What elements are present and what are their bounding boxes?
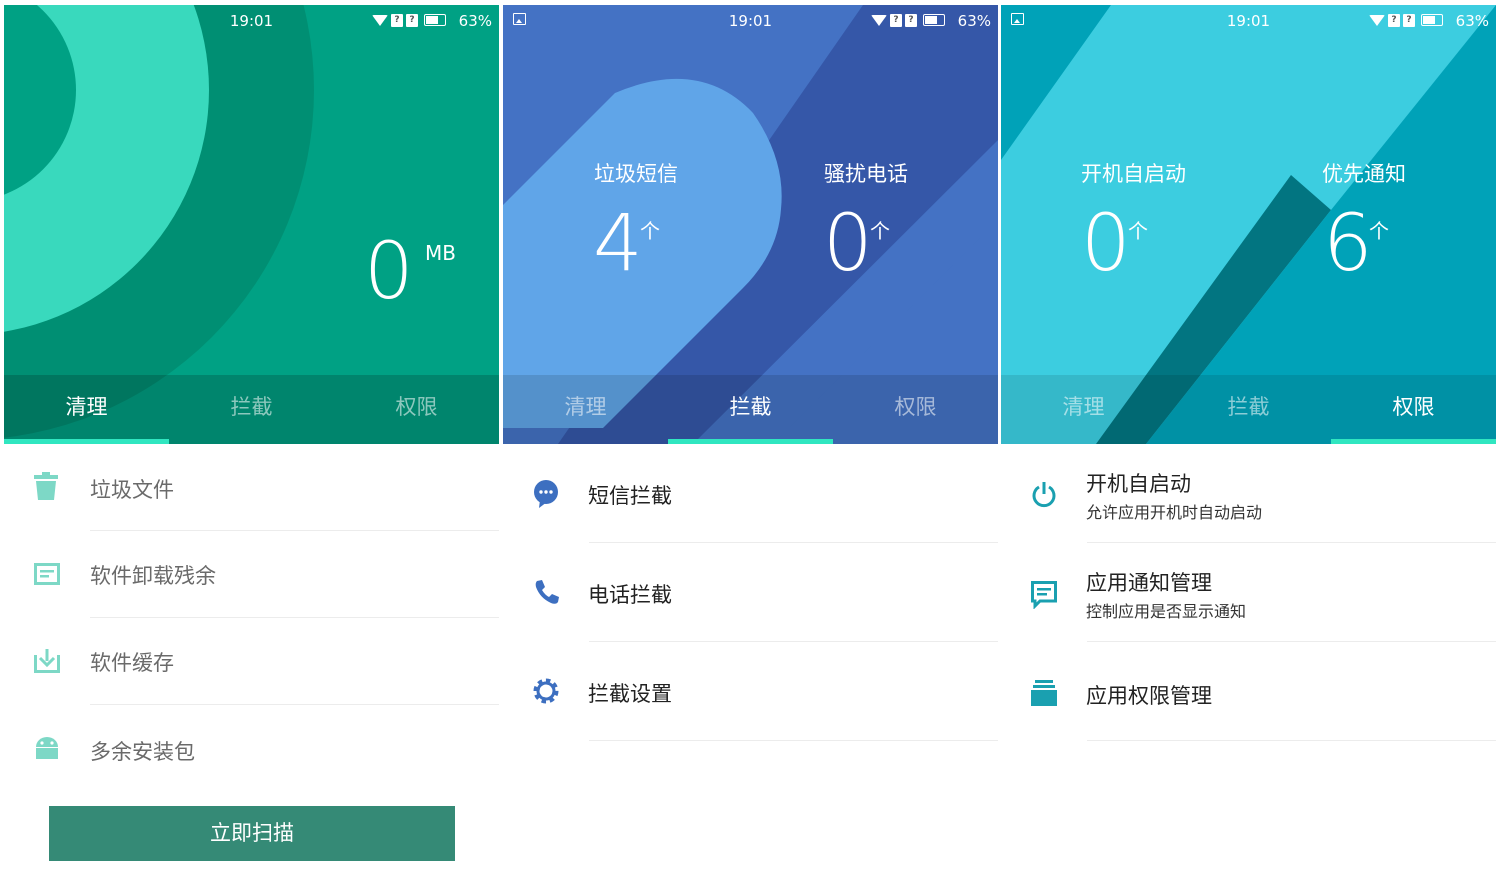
list-item-sublabel: 控制应用是否显示通知 [1086,602,1247,621]
clean-screen: 19:01 ? ? 63% 0 MB 清理 拦截 权限 垃圾文件 软件卸载残余 [4,5,499,882]
list-item-label: 多余安装包 [90,740,195,764]
list-item-junk-files[interactable]: 垃圾文件 [4,444,499,531]
battery-percent: 63% [1455,12,1489,30]
battery-percent: 63% [458,12,492,30]
battery-percent: 63% [957,12,991,30]
list-item-label: 拦截设置 [588,682,672,706]
tab-clean[interactable]: 清理 [1001,375,1166,444]
spam-sms-label: 垃圾短信 [594,162,678,186]
sim2-icon: ? [905,13,917,27]
power-icon [1031,482,1057,512]
junk-size-unit: MB [425,241,456,265]
tab-bar: 清理 拦截 权限 [503,375,998,444]
status-icons: ? ? [1369,13,1443,27]
android-icon [34,735,60,763]
list-item-label: 软件缓存 [90,651,174,675]
permission-screen: 19:01 ? ? 63% 开机自启动 0 个 优先通知 6 个 清理 拦截 权… [1001,5,1496,882]
sim1-icon: ? [1388,13,1400,27]
list-item-label: 应用通知管理 [1086,571,1212,595]
list-item-uninstall-residue[interactable]: 软件卸载残余 [4,531,499,618]
battery-icon [923,14,945,26]
clean-hero: 19:01 ? ? 63% 0 MB 清理 拦截 权限 [4,5,499,444]
battery-icon [424,14,446,26]
status-bar: 19:01 ? ? 63% [503,5,998,35]
status-icons: ? ? [372,13,446,27]
list-item-label: 电话拦截 [588,583,672,607]
tab-block[interactable]: 拦截 [668,375,833,444]
status-icons: ? ? [871,13,945,27]
phone-icon [534,579,560,609]
priority-notify-label: 优先通知 [1322,162,1406,186]
list-item-label: 软件卸载残余 [90,564,216,588]
spam-sms-count: 4 [593,199,643,289]
permission-hero: 19:01 ? ? 63% 开机自启动 0 个 优先通知 6 个 清理 拦截 权… [1001,5,1496,444]
wifi-icon [871,14,887,26]
battery-icon [1421,14,1443,26]
list-item-call-block[interactable]: 电话拦截 [503,543,998,642]
divider [1087,740,1496,741]
block-screen: 19:01 ? ? 63% 垃圾短信 4 个 骚扰电话 0 个 清理 拦截 权限… [503,5,998,882]
tab-bar: 清理 拦截 权限 [1001,375,1496,444]
stack-icon [1031,680,1057,710]
spam-call-count: 0 [823,199,873,289]
tab-permission[interactable]: 权限 [334,375,499,444]
tab-clean[interactable]: 清理 [503,375,668,444]
sim1-icon: ? [391,13,403,27]
list-item-extra-packages[interactable]: 多余安装包 [4,705,499,792]
scan-now-button[interactable]: 立即扫描 [49,806,455,861]
wifi-icon [372,14,388,26]
list-item-autostart[interactable]: 开机自启动 允许应用开机时自动启动 [1001,444,1496,543]
sim2-icon: ? [406,13,418,27]
sim2-icon: ? [1403,13,1415,27]
sim1-icon: ? [890,13,902,27]
divider [589,740,998,741]
tab-clean[interactable]: 清理 [4,375,169,444]
tab-permission[interactable]: 权限 [1331,375,1496,444]
wifi-icon [1369,14,1385,26]
list-item-block-settings[interactable]: 拦截设置 [503,642,998,741]
tab-permission[interactable]: 权限 [833,375,998,444]
tab-block[interactable]: 拦截 [169,375,334,444]
block-hero: 19:01 ? ? 63% 垃圾短信 4 个 骚扰电话 0 个 清理 拦截 权限 [503,5,998,444]
list-item-label: 短信拦截 [588,484,672,508]
list-item-permission-manage[interactable]: 应用权限管理 [1001,642,1496,741]
download-icon [34,649,60,677]
note-icon [34,563,60,589]
tab-bar: 清理 拦截 权限 [4,375,499,444]
list-item-label: 开机自启动 [1086,472,1191,496]
autostart-count: 0 [1081,199,1131,289]
status-bar: 19:01 ? ? 63% [4,5,499,35]
list-item-label: 应用权限管理 [1086,684,1212,708]
junk-size-value: 0 [364,227,414,317]
list-item-label: 垃圾文件 [90,478,174,502]
list-item-app-cache[interactable]: 软件缓存 [4,618,499,705]
list-item-sms-block[interactable]: 短信拦截 [503,444,998,543]
autostart-unit: 个 [1128,219,1148,243]
message-icon [1031,581,1057,613]
spam-call-label: 骚扰电话 [824,162,908,186]
list-item-sublabel: 允许应用开机时自动启动 [1086,503,1263,522]
priority-notify-unit: 个 [1369,219,1389,243]
trash-icon [34,472,58,504]
chat-bubble-icon [533,480,559,512]
list-item-notification-manage[interactable]: 应用通知管理 控制应用是否显示通知 [1001,543,1496,642]
priority-notify-count: 6 [1323,199,1373,289]
spam-call-unit: 个 [870,219,890,243]
gear-icon [533,678,559,708]
autostart-label: 开机自启动 [1081,162,1186,186]
tab-block[interactable]: 拦截 [1166,375,1331,444]
spam-sms-unit: 个 [640,219,660,243]
status-bar: 19:01 ? ? 63% [1001,5,1496,35]
